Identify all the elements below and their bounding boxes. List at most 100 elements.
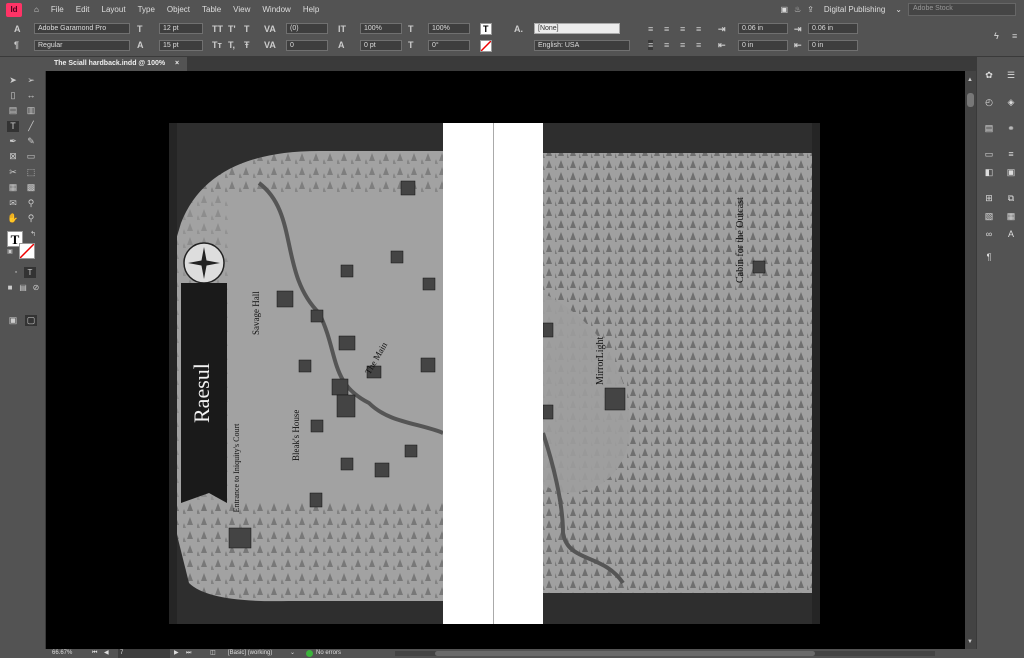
menu-edit[interactable]: Edit	[70, 5, 96, 14]
right-indent-field[interactable]: 0.06 in	[808, 23, 858, 34]
character-style-field[interactable]: [None]	[534, 23, 620, 34]
paragraph-mode-icon[interactable]: ¶	[14, 40, 19, 50]
menu-view[interactable]: View	[227, 5, 256, 14]
justify-right-icon[interactable]: ≡	[680, 40, 685, 50]
zoom-level[interactable]: 66.67%	[52, 649, 72, 658]
zoom-tool-icon[interactable]: ⚲	[25, 213, 37, 224]
layers-icon[interactable]: ◈	[1005, 97, 1017, 108]
apply-color-icon[interactable]: ■	[4, 282, 16, 293]
justify-center-icon[interactable]: ≡	[664, 40, 669, 50]
scroll-up-icon[interactable]: ▲	[967, 77, 973, 83]
lightning-icon[interactable]: ϟ	[994, 31, 999, 41]
tab-document[interactable]: The Sciall hardback.indd @ 100% ×	[46, 57, 188, 71]
selection-tool-icon[interactable]: ➤	[7, 75, 19, 86]
vertical-scrollbar[interactable]: ▲ ▼	[965, 71, 976, 649]
stroke-weight-icon[interactable]: ≡	[1005, 149, 1017, 160]
kerning-field[interactable]: (0)	[286, 23, 328, 34]
text-fill-swatch[interactable]: T	[480, 23, 492, 35]
align-icon[interactable]: ⊞	[983, 193, 995, 204]
scissors-tool-icon[interactable]: ✂	[7, 167, 19, 178]
character-styles-icon[interactable]: A	[1005, 229, 1017, 240]
gap-tool-icon[interactable]: ↔	[25, 90, 37, 101]
formatting-container-icon[interactable]: ▫	[10, 267, 22, 278]
history-icon[interactable]: ◴	[983, 97, 995, 108]
content-collector-icon[interactable]: ▤	[7, 105, 19, 116]
hand-tool-icon[interactable]: ✋	[7, 213, 19, 224]
home-icon[interactable]: ⌂	[28, 5, 45, 14]
default-colors-icon[interactable]: ▣	[4, 247, 16, 258]
chevron-down-icon[interactable]: ⌄	[290, 649, 295, 658]
small-caps-icon[interactable]: Tт	[212, 40, 222, 50]
first-page-icon[interactable]: ⏮	[92, 649, 97, 658]
type-tool-icon[interactable]: T	[7, 121, 19, 132]
pathfinder-icon[interactable]: ⧉	[1005, 193, 1017, 204]
chevron-down-icon[interactable]: ⌄	[895, 5, 902, 14]
links-icon[interactable]: ⚭	[1005, 123, 1017, 134]
preflight-errors[interactable]: No errors	[316, 649, 341, 658]
share-icon[interactable]: ⇪	[807, 5, 814, 14]
underline-icon[interactable]: T	[244, 24, 250, 34]
formatting-text-icon[interactable]: T	[24, 267, 36, 278]
left-indent-field[interactable]: 0.06 in	[738, 23, 788, 34]
stock-search-input[interactable]: Adobe Stock	[908, 3, 1016, 16]
gradient-swatch-tool-icon[interactable]: ▦	[7, 182, 19, 193]
horizontal-scale-field[interactable]: 100%	[428, 23, 470, 34]
page-tool-icon[interactable]: ▯	[7, 90, 19, 101]
leading-field[interactable]: 15 pt	[159, 40, 203, 51]
align-towards-spine-icon[interactable]: ≡	[696, 24, 701, 34]
color-icon[interactable]: ▣	[1005, 167, 1017, 178]
panel-menu-icon[interactable]: ≡	[1012, 31, 1017, 41]
menu-type[interactable]: Type	[132, 5, 161, 14]
content-placer-icon[interactable]: ▥	[25, 105, 37, 116]
cc-libraries-icon[interactable]: ✿	[983, 70, 995, 81]
blank-spread[interactable]	[443, 123, 543, 624]
close-icon[interactable]: ×	[175, 60, 179, 67]
map-right[interactable]: MirrorLight Cabin for the Outcast	[543, 123, 820, 624]
font-family-field[interactable]: Adobe Garamond Pro	[34, 23, 130, 34]
font-size-field[interactable]: 12 pt	[159, 23, 203, 34]
menu-file[interactable]: File	[45, 5, 70, 14]
rectangle-tool-icon[interactable]: ▭	[25, 151, 37, 162]
stroke-swatch[interactable]	[19, 243, 35, 259]
apply-gradient-icon[interactable]: ▤	[17, 282, 29, 293]
subscript-icon[interactable]: T,	[228, 40, 235, 50]
space-after-field[interactable]: 0 in	[808, 40, 858, 51]
justify-left-icon[interactable]: ≡	[648, 40, 654, 50]
document-canvas[interactable]: Raesul Savage Hall The Main Bleak's Hous…	[46, 71, 965, 649]
space-before-field[interactable]: 0 in	[738, 40, 788, 51]
align-right-icon[interactable]: ≡	[680, 24, 685, 34]
scroll-down-icon[interactable]: ▼	[967, 639, 973, 645]
menu-window[interactable]: Window	[256, 5, 296, 14]
last-page-icon[interactable]: ⏭	[186, 649, 191, 658]
align-left-icon[interactable]: ≡	[648, 24, 653, 34]
eyedropper-tool-icon[interactable]: ⚲	[25, 198, 37, 209]
all-caps-icon[interactable]: TT	[212, 24, 223, 34]
rectangle-frame-tool-icon[interactable]: ⊠	[7, 151, 19, 162]
pages-icon[interactable]: ▤	[983, 123, 995, 134]
properties-icon[interactable]: ☰	[1005, 70, 1017, 81]
preview-mode-icon[interactable]: ▢	[25, 315, 37, 326]
gradient-feather-tool-icon[interactable]: ▩	[25, 182, 37, 193]
swatches-icon[interactable]: ◧	[983, 167, 995, 178]
tracking-field[interactable]: 0	[286, 40, 328, 51]
paragraph-styles-icon[interactable]: ¶	[983, 252, 995, 263]
free-transform-tool-icon[interactable]: ⬚	[25, 167, 37, 178]
page-number-field[interactable]: 7	[118, 649, 170, 658]
character-mode-icon[interactable]: A	[14, 24, 21, 34]
map-left[interactable]: Raesul Savage Hall The Main Bleak's Hous…	[169, 123, 443, 624]
language-field[interactable]: English: USA	[534, 40, 630, 51]
baseline-shift-field[interactable]: 0 pt	[360, 40, 402, 51]
text-stroke-swatch[interactable]	[480, 40, 492, 52]
menu-table[interactable]: Table	[196, 5, 227, 14]
direct-selection-tool-icon[interactable]: ➢	[25, 75, 37, 86]
menu-object[interactable]: Object	[161, 5, 196, 14]
lightbulb-icon[interactable]: ♨	[794, 5, 801, 14]
swap-colors-icon[interactable]: ↰	[27, 229, 39, 240]
align-center-icon[interactable]: ≡	[664, 24, 669, 34]
workspace-switcher[interactable]: Digital Publishing	[820, 5, 889, 14]
justify-all-icon[interactable]: ≡	[696, 40, 701, 50]
open-doc-icon[interactable]: ◫	[210, 649, 216, 658]
strikethrough-icon[interactable]: Ŧ	[244, 40, 250, 50]
scrollbar-thumb[interactable]	[967, 93, 974, 107]
menu-layout[interactable]: Layout	[96, 5, 132, 14]
